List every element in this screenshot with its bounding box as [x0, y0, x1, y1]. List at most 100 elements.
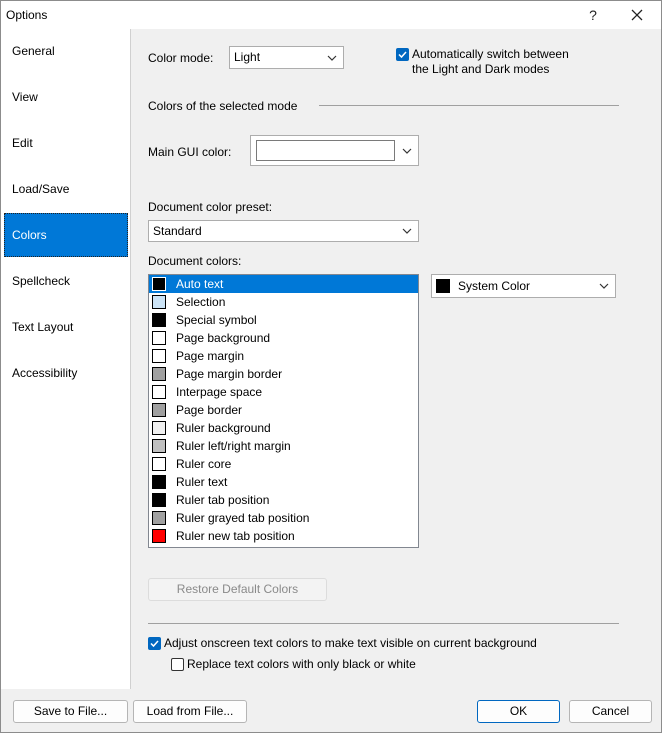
- list-item-label: Ruler background: [176, 421, 271, 435]
- list-item[interactable]: Page margin border: [149, 365, 418, 383]
- save-to-file-button[interactable]: Save to File...: [13, 700, 128, 723]
- sidebar-item-label: General: [12, 44, 55, 58]
- list-item-label: Page border: [176, 403, 243, 417]
- color-swatch: [152, 493, 166, 507]
- list-item-label: Page margin: [176, 349, 245, 363]
- document-colors-list[interactable]: Auto text Selection Special symbol Page …: [148, 274, 419, 548]
- list-item[interactable]: Interpage space: [149, 383, 418, 401]
- sidebar-item-label: Edit: [12, 136, 33, 150]
- preset-label: Document color preset:: [148, 200, 273, 214]
- color-swatch: [152, 277, 166, 291]
- sidebar-item-colors[interactable]: Colors: [4, 213, 128, 257]
- sidebar-item-load-save[interactable]: Load/Save: [4, 167, 128, 211]
- restore-default-colors-button[interactable]: Restore Default Colors: [148, 578, 327, 601]
- heading-divider: [319, 105, 619, 106]
- window-title: Options: [6, 8, 48, 22]
- list-item[interactable]: Page background: [149, 329, 418, 347]
- list-item[interactable]: Special symbol: [149, 311, 418, 329]
- color-swatch: [152, 511, 166, 525]
- selected-color-swatch: [436, 279, 450, 293]
- load-button-label: Load from File...: [146, 704, 234, 718]
- list-item-label: Ruler core: [176, 457, 232, 471]
- selected-color-value: System Color: [458, 279, 531, 293]
- sidebar-item-label: Load/Save: [12, 182, 70, 196]
- auto-switch-checkbox[interactable]: [396, 48, 409, 61]
- main-gui-color-picker[interactable]: [250, 135, 419, 166]
- options-divider: [148, 623, 619, 624]
- color-swatch: [152, 313, 166, 327]
- document-colors-label: Document colors:: [148, 254, 242, 268]
- checkmark-icon: [398, 51, 407, 59]
- list-item[interactable]: Ruler new tab position: [149, 527, 418, 545]
- restore-button-label: Restore Default Colors: [176, 582, 299, 596]
- sidebar-item-spellcheck[interactable]: Spellcheck: [4, 259, 128, 303]
- sidebar-item-label: View: [12, 90, 38, 104]
- list-item-label: Interpage space: [176, 385, 263, 399]
- sidebar-item-accessibility[interactable]: Accessibility: [4, 351, 128, 395]
- ok-button[interactable]: OK: [477, 700, 560, 723]
- color-swatch: [152, 367, 166, 381]
- list-item-label: Special symbol: [176, 313, 257, 327]
- sidebar-item-label: Text Layout: [12, 320, 74, 334]
- help-button[interactable]: ?: [571, 1, 615, 29]
- sidebar-item-label: Accessibility: [12, 366, 78, 380]
- color-swatch: [152, 295, 166, 309]
- sidebar-item-general[interactable]: General: [4, 29, 128, 73]
- cancel-button-label: Cancel: [591, 704, 630, 718]
- chevron-down-icon: [597, 275, 611, 297]
- color-swatch: [152, 331, 166, 345]
- replace-colors-label: Replace text colors with only black or w…: [187, 657, 416, 671]
- auto-switch-label-line2: the Light and Dark modes: [412, 62, 550, 76]
- list-item[interactable]: Page margin: [149, 347, 418, 365]
- main-gui-color-swatch: [256, 140, 395, 161]
- color-swatch: [152, 475, 166, 489]
- list-item-label: Selection: [176, 295, 226, 309]
- color-preset-value: Standard: [153, 224, 202, 238]
- list-item-label: Ruler tab position: [176, 493, 270, 507]
- replace-colors-checkbox[interactable]: [171, 658, 184, 671]
- list-item-label: Ruler new tab position: [176, 529, 295, 543]
- color-swatch: [152, 403, 166, 417]
- color-mode-value: Light: [234, 50, 261, 64]
- list-item[interactable]: Ruler grayed tab position: [149, 509, 418, 527]
- list-item[interactable]: Auto text: [149, 275, 418, 293]
- list-item-label: Page margin border: [176, 367, 283, 381]
- adjust-colors-checkbox[interactable]: [148, 637, 161, 650]
- color-preset-select[interactable]: Standard: [148, 220, 419, 242]
- color-swatch: [152, 457, 166, 471]
- list-item[interactable]: Selection: [149, 293, 418, 311]
- chevron-down-icon: [400, 221, 414, 241]
- close-icon: [631, 5, 643, 26]
- selected-color-select[interactable]: System Color: [431, 274, 616, 298]
- list-item[interactable]: Ruler core: [149, 455, 418, 473]
- sidebar-item-edit[interactable]: Edit: [4, 121, 128, 165]
- cancel-button[interactable]: Cancel: [569, 700, 652, 723]
- close-button[interactable]: [615, 1, 659, 29]
- list-item-label: Auto text: [176, 277, 224, 291]
- chevron-down-icon: [325, 47, 339, 68]
- color-mode-select[interactable]: Light: [229, 46, 344, 69]
- load-from-file-button[interactable]: Load from File...: [133, 700, 247, 723]
- list-item[interactable]: Ruler left/right margin: [149, 437, 418, 455]
- list-item[interactable]: Ruler background: [149, 419, 418, 437]
- sidebar-item-label: Colors: [12, 228, 47, 242]
- list-item-label: Ruler text: [176, 475, 228, 489]
- main-gui-color-label: Main GUI color:: [148, 145, 232, 159]
- chevron-down-icon: [400, 136, 414, 165]
- list-item-label: Ruler grayed tab position: [176, 511, 310, 525]
- sidebar-item-text-layout[interactable]: Text Layout: [4, 305, 128, 349]
- sidebar-item-label: Spellcheck: [12, 274, 71, 288]
- help-icon: ?: [589, 7, 597, 23]
- color-swatch: [152, 529, 166, 543]
- options-dialog: Options ? General View Edit Load/Save Co…: [0, 0, 662, 733]
- sidebar-item-view[interactable]: View: [4, 75, 128, 119]
- list-item[interactable]: Ruler tab position: [149, 491, 418, 509]
- save-button-label: Save to File...: [33, 704, 108, 718]
- auto-switch-label-line1: Automatically switch between: [412, 47, 569, 61]
- color-mode-label: Color mode:: [148, 51, 214, 65]
- list-item[interactable]: Page border: [149, 401, 418, 419]
- category-sidebar: General View Edit Load/Save Colors Spell…: [1, 29, 131, 689]
- list-item[interactable]: Ruler text: [149, 473, 418, 491]
- color-swatch: [152, 349, 166, 363]
- title-bar: Options ?: [1, 1, 661, 29]
